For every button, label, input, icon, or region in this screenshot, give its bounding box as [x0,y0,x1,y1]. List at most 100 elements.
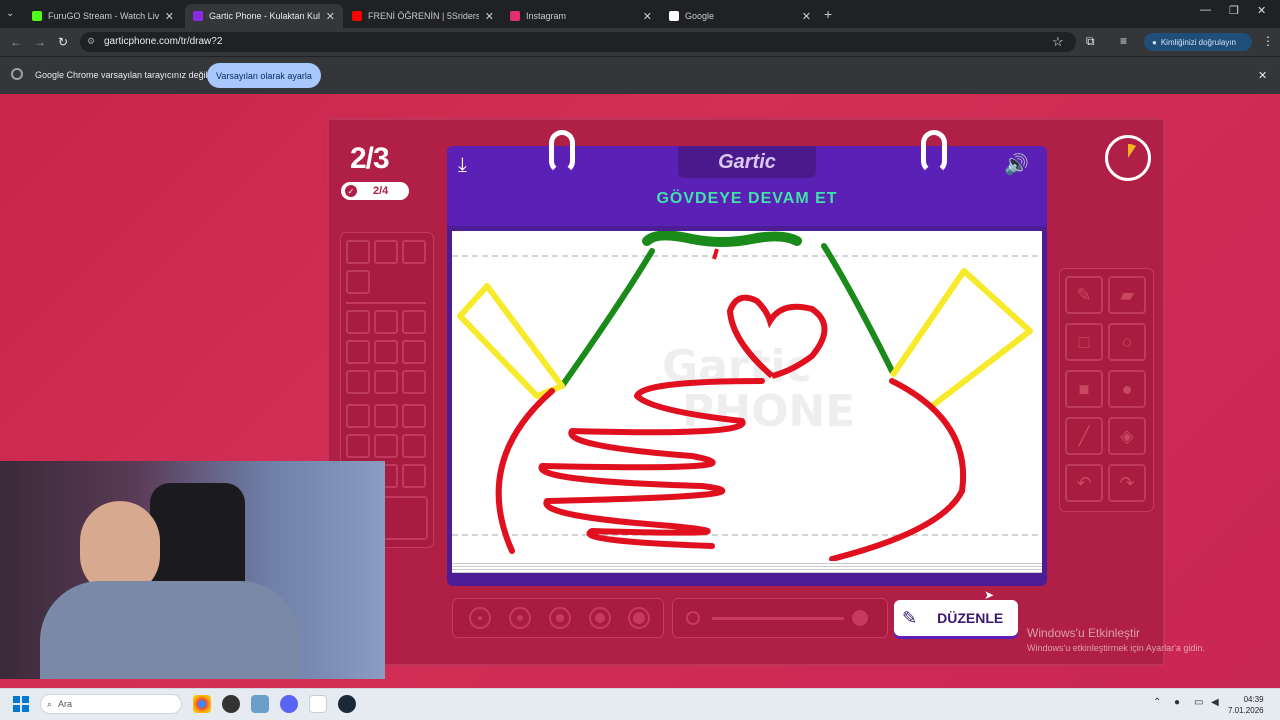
filled-ellipse-tool-icon[interactable]: ● [1108,370,1146,408]
brush-size-option[interactable] [549,607,571,629]
fill-bucket-tool-icon[interactable]: ◈ [1108,417,1146,455]
reading-list-icon[interactable]: ≡ [1120,34,1127,48]
notes-taskbar-icon[interactable] [309,695,327,713]
redo-icon[interactable]: ↷ [1108,464,1146,502]
color-swatch[interactable] [402,464,426,488]
tab-search-icon[interactable]: ⌄ [6,8,14,19]
brush-size-option[interactable] [589,607,611,629]
taskbar-search[interactable]: ⌕ Ara [40,694,182,714]
opacity-track[interactable] [712,617,844,620]
ellipse-tool-icon[interactable]: ○ [1108,323,1146,361]
progress-text: 2/4 [373,185,389,197]
color-swatch[interactable] [374,434,398,458]
browser-tab[interactable]: Instagram ✕ [502,4,660,28]
undo-icon[interactable]: ↶ [1065,464,1103,502]
tab-close-icon[interactable]: ✕ [643,10,652,23]
taskbar-clock[interactable]: 04:39 7.01.2026 [1228,694,1264,716]
notebook-ring-left [549,130,575,174]
brush-size-option[interactable] [469,607,491,629]
close-window-icon[interactable]: ✕ [1257,4,1266,17]
eraser-tool-icon[interactable]: ▰ [1108,276,1146,314]
round-counter: 2/3 [350,142,390,175]
extensions-icon[interactable]: ⧉ [1086,34,1095,49]
browser-tab[interactable]: FuruGO Stream - Watch Live o ✕ [24,4,182,28]
verify-identity-button[interactable]: ● Kimliğinizi doğrulayın [1144,33,1252,51]
color-swatch[interactable] [346,404,370,428]
brush-size-dot [633,612,645,624]
tab-favicon-icon [510,11,520,21]
maximize-icon[interactable]: ❐ [1229,4,1239,17]
tab-favicon-icon [32,11,42,21]
drawing-prompt: GÖVDEYE DEVAM ET [656,190,838,207]
notebook-ring-right [921,130,947,174]
color-swatch[interactable] [374,404,398,428]
brush-size-option[interactable] [628,607,650,629]
menu-icon[interactable]: ⋮ [1262,34,1274,48]
edit-button[interactable]: ✎ DÜZENLE [894,600,1018,636]
tab-close-icon[interactable]: ✕ [326,10,335,23]
mouse-cursor-icon: ➤ [984,588,995,602]
color-swatch[interactable] [402,310,426,334]
download-icon[interactable]: ⤓ [458,154,467,177]
color-swatch[interactable] [374,310,398,334]
tab-close-icon[interactable]: ✕ [802,10,811,23]
check-icon: ✓ [345,185,357,197]
volume-icon[interactable]: ◀ [1211,697,1219,708]
opacity-min-icon [686,611,700,625]
url-text[interactable]: garticphone.com/tr/draw?2 [104,36,222,47]
color-swatch[interactable] [402,370,426,394]
reload-icon[interactable]: ↻ [58,35,68,49]
brush-size-dot [595,613,605,623]
color-swatch[interactable] [402,404,426,428]
browser-tab[interactable]: FRENİ ÖĞRENİN | 5Sriders | Mo ✕ [344,4,502,28]
color-swatch[interactable] [374,240,398,264]
back-icon[interactable]: ← [10,35,22,49]
line-tool-icon[interactable]: ╱ [1065,417,1103,455]
network-icon[interactable]: ▭ [1194,697,1203,708]
color-swatch[interactable] [374,370,398,394]
settings-taskbar-icon[interactable] [251,695,269,713]
drawing-canvas[interactable]: Gartic PHONE [452,230,1042,562]
opacity-handle[interactable] [852,610,868,626]
app-taskbar-icon[interactable] [222,695,240,713]
color-swatch[interactable] [346,340,370,364]
site-info-icon[interactable]: ⚙ [87,36,95,47]
color-swatch[interactable] [346,270,370,294]
brush-size-dot [517,615,523,621]
color-swatch[interactable] [402,340,426,364]
search-icon: ⌕ [47,698,53,709]
brush-size-option[interactable] [509,607,531,629]
microphone-icon[interactable]: ● [1174,697,1180,708]
color-swatch[interactable] [402,240,426,264]
address-bar[interactable] [80,32,1076,52]
tab-close-icon[interactable]: ✕ [165,10,174,23]
color-swatch[interactable] [402,434,426,458]
infobar-close-icon[interactable]: ✕ [1258,69,1267,82]
timer-clock [1105,135,1151,181]
discord-taskbar-icon[interactable] [280,695,298,713]
pencil-tool-icon[interactable]: ✎ [1065,276,1103,314]
color-swatch[interactable] [346,434,370,458]
minimize-icon[interactable]: — [1200,4,1211,16]
start-button[interactable] [13,696,29,712]
steam-taskbar-icon[interactable] [338,695,356,713]
speaker-icon[interactable]: 🔊 [1004,152,1029,177]
rectangle-tool-icon[interactable]: □ [1065,323,1103,361]
color-swatch[interactable] [346,240,370,264]
activation-subtitle: Windows'u etkinleştirmek için Ayarlar'a … [1027,643,1205,653]
color-swatch[interactable] [346,310,370,334]
color-swatch[interactable] [346,370,370,394]
edit-button-label: DÜZENLE [937,610,1004,626]
forward-icon[interactable]: → [34,35,46,49]
bookmark-star-icon[interactable]: ☆ [1052,34,1064,50]
color-swatch[interactable] [374,340,398,364]
set-default-button[interactable]: Varsayılan olarak ayarla [207,63,321,88]
chrome-icon [11,68,23,80]
filled-rect-tool-icon[interactable]: ■ [1065,370,1103,408]
tab-close-icon[interactable]: ✕ [485,10,494,23]
chrome-taskbar-icon[interactable] [193,695,211,713]
browser-tab[interactable]: Google ✕ [661,4,819,28]
browser-tab[interactable]: Gartic Phone - Kulaktan Kulağa ✕ [185,4,343,28]
new-tab-button[interactable]: + [824,6,832,22]
tray-chevron-icon[interactable]: ⌃ [1153,697,1161,708]
